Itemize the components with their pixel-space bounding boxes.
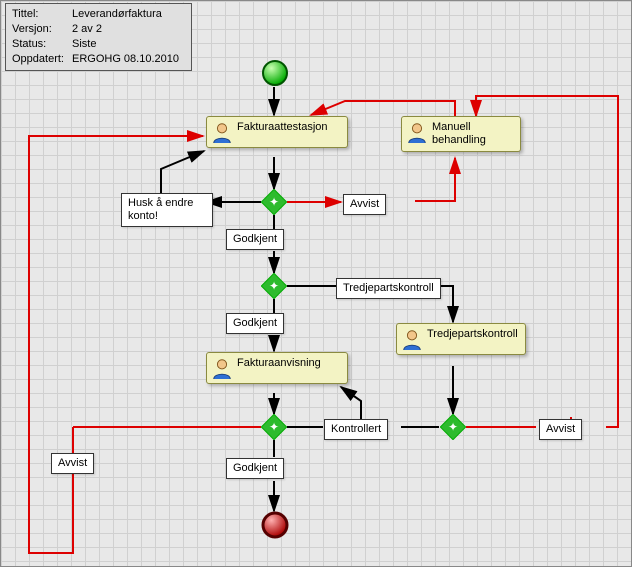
label-text: Godkjent bbox=[233, 462, 277, 474]
task-fakturaattestasjon[interactable]: Fakturaattestasjon bbox=[206, 116, 348, 148]
start-event-icon bbox=[261, 59, 289, 87]
task-tredjepartskontroll[interactable]: Tredjepartskontroll bbox=[396, 323, 526, 355]
gateway-icon: ✦ bbox=[440, 414, 466, 440]
gateway-2[interactable]: ✦ bbox=[261, 273, 287, 302]
status-label: Status: bbox=[12, 38, 70, 51]
updated-value: ERGOHG 08.10.2010 bbox=[72, 53, 185, 66]
task-label: Manuell behandling bbox=[428, 121, 514, 147]
user-icon bbox=[406, 121, 428, 143]
task-label: Fakturaanvisning bbox=[233, 357, 321, 370]
task-fakturaanvisning[interactable]: Fakturaanvisning bbox=[206, 352, 348, 384]
label-godkjent-2: Godkjent bbox=[226, 313, 284, 334]
label-godkjent-3: Godkjent bbox=[226, 458, 284, 479]
user-icon bbox=[401, 328, 423, 350]
task-label: Tredjepartskontroll bbox=[423, 328, 518, 341]
note-husk-endre-konto: Husk å endre konto! bbox=[121, 193, 213, 227]
label-text: Avvist bbox=[350, 198, 379, 210]
gateway-icon: ✦ bbox=[261, 273, 287, 299]
label-kontrollert: Kontrollert bbox=[324, 419, 388, 440]
task-manuell-behandling[interactable]: Manuell behandling bbox=[401, 116, 521, 152]
note-text: Husk å endre konto! bbox=[128, 197, 193, 222]
label-text: Avvist bbox=[546, 423, 575, 435]
end-event[interactable] bbox=[261, 511, 289, 542]
end-event-icon bbox=[261, 511, 289, 539]
gateway-4[interactable]: ✦ bbox=[440, 414, 466, 443]
label-tredjepartskontroll: Tredjepartskontroll bbox=[336, 278, 441, 299]
updated-label: Oppdatert: bbox=[12, 53, 70, 66]
start-event[interactable] bbox=[261, 59, 289, 90]
version-label: Versjon: bbox=[12, 23, 70, 36]
svg-text:✦: ✦ bbox=[269, 420, 279, 434]
svg-text:✦: ✦ bbox=[448, 420, 458, 434]
label-text: Godkjent bbox=[233, 317, 277, 329]
title-value: Leverandørfaktura bbox=[72, 8, 185, 21]
version-value: 2 av 2 bbox=[72, 23, 185, 36]
metadata-panel: Tittel:Leverandørfaktura Versjon:2 av 2 … bbox=[5, 3, 192, 71]
svg-text:✦: ✦ bbox=[269, 195, 279, 209]
label-text: Kontrollert bbox=[331, 423, 381, 435]
label-godkjent-1: Godkjent bbox=[226, 229, 284, 250]
label-avvist-right: Avvist bbox=[539, 419, 582, 440]
task-label: Fakturaattestasjon bbox=[233, 121, 328, 134]
status-value: Siste bbox=[72, 38, 185, 51]
gateway-icon: ✦ bbox=[261, 414, 287, 440]
gateway-icon: ✦ bbox=[261, 189, 287, 215]
label-avvist-1: Avvist bbox=[343, 194, 386, 215]
label-avvist-left: Avvist bbox=[51, 453, 94, 474]
label-text: Tredjepartskontroll bbox=[343, 282, 434, 294]
title-label: Tittel: bbox=[12, 8, 70, 21]
label-text: Avvist bbox=[58, 457, 87, 469]
process-canvas: Tittel:Leverandørfaktura Versjon:2 av 2 … bbox=[0, 0, 632, 567]
label-text: Godkjent bbox=[233, 233, 277, 245]
user-icon bbox=[211, 357, 233, 379]
connectors bbox=[1, 1, 631, 566]
svg-text:✦: ✦ bbox=[269, 279, 279, 293]
gateway-1[interactable]: ✦ bbox=[261, 189, 287, 218]
user-icon bbox=[211, 121, 233, 143]
gateway-3[interactable]: ✦ bbox=[261, 414, 287, 443]
